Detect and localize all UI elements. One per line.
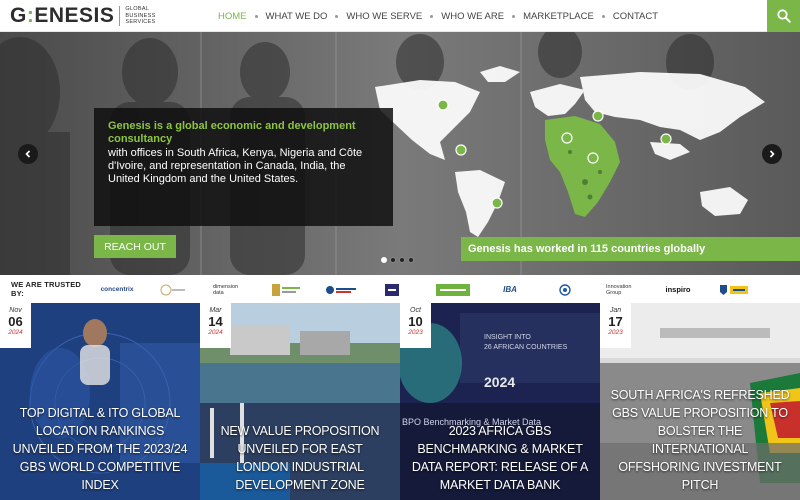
date-badge: Nov 06 2024 [0,303,31,348]
countries-banner: Genesis has worked in 115 countries glob… [461,237,800,261]
nav-who-we-are[interactable]: WHO WE ARE [441,11,504,22]
client-logo-inspiro[interactable]: inspiro [665,283,691,296]
slider-dot[interactable] [408,257,414,263]
genesis-logo[interactable]: G:ENESIS GLOBAL BUSINESS SERVICES [10,4,156,28]
card-image-heading: INSIGHT INTO [484,334,531,341]
nav-contact[interactable]: CONTACT [613,11,658,22]
logo-tagline: GLOBAL BUSINESS SERVICES [125,6,155,26]
date-month: Nov [9,307,22,314]
hero-text-panel: Genesis is a global economic and develop… [94,108,393,226]
nav-separator [335,14,339,18]
slider-next-button[interactable] [762,144,782,164]
news-card[interactable]: Jan 17 2023 SOUTH AFRICA'S REFRESHED GBS… [600,303,800,500]
hero-slider: Genesis is a global economic and develop… [0,32,800,275]
slider-dot[interactable] [390,257,396,263]
client-logo[interactable] [160,283,186,296]
date-month: Mar [209,307,222,314]
card-title[interactable]: NEW VALUE PROPOSITION UNVEILED FOR EAST … [210,422,390,494]
hero-headline: Genesis is a global economic and develop… [108,120,356,145]
logo-wordmark: G:ENESIS [10,4,115,27]
nav-separator [512,14,516,18]
main-nav: HOME WHAT WE DO WHO WE SERVE WHO WE ARE … [218,0,658,32]
card-title[interactable]: TOP DIGITAL & ITO GLOBAL LOCATION RANKIN… [10,404,190,494]
news-card[interactable]: INSIGHT INTO 26 AFRICAN COUNTRIES 2024 B… [400,303,600,500]
client-logo[interactable] [325,283,357,296]
nav-who-we-serve[interactable]: WHO WE SERVE [346,11,422,22]
card-title[interactable]: 2023 AFRICA GBS BENCHMARKING & MARKET DA… [410,422,590,494]
slider-prev-button[interactable] [18,144,38,164]
date-day: 17 [608,314,623,329]
news-card[interactable]: Mar 14 2024 NEW VALUE PROPOSITION UNVEIL… [200,303,400,500]
date-year: 2024 [208,329,223,336]
nav-home[interactable]: HOME [218,11,247,22]
client-logo-iba[interactable]: IBA [500,283,520,296]
date-month: Oct [410,307,421,314]
nav-separator [601,14,605,18]
card-image-year: 2024 [484,374,515,390]
date-badge: Oct 10 2023 [400,303,431,348]
chevron-right-icon [769,150,775,158]
date-day: 14 [208,314,223,329]
date-year: 2023 [608,329,623,336]
card-title[interactable]: SOUTH AFRICA'S REFRESHED GBS VALUE PROPO… [610,386,790,494]
client-logo-concentrix[interactable]: concentrix [100,283,134,296]
client-logo[interactable] [436,283,470,296]
nav-separator [254,14,258,18]
client-logo[interactable] [385,283,399,296]
news-card[interactable]: Nov 06 2024 TOP DIGITAL & ITO GLOBAL LOC… [0,303,200,500]
search-button[interactable] [767,0,800,32]
hero-body-text: with offices in South Africa, Kenya, Nig… [108,147,363,185]
date-month: Jan [609,307,622,314]
date-day: 06 [8,314,23,329]
date-badge: Mar 14 2024 [200,303,231,348]
tagline-line-3: SERVICES [125,19,156,26]
client-logo-innovation-group[interactable]: Innovation Group [606,283,638,296]
slider-dot[interactable] [399,257,405,263]
date-day: 10 [408,314,423,329]
slider-pagination [381,257,414,263]
news-cards: Nov 06 2024 TOP DIGITAL & ITO GLOBAL LOC… [0,303,800,500]
search-icon [776,9,791,23]
card-image-heading: 26 AFRICAN COUNTRIES [484,344,568,351]
nav-what-we-do[interactable]: WHAT WE DO [266,11,328,22]
client-logo[interactable] [718,283,750,296]
reach-out-button[interactable]: REACH OUT [94,235,176,258]
logo-divider [119,6,121,26]
chevron-left-icon [25,150,31,158]
client-logo[interactable] [272,283,300,296]
nav-separator [430,14,434,18]
trusted-by-strip: WE ARE TRUSTED BY: concentrix dimension … [0,275,800,303]
date-badge: Jan 17 2023 [600,303,631,348]
date-year: 2024 [8,329,23,336]
site-header: G:ENESIS GLOBAL BUSINESS SERVICES HOME W… [0,0,800,32]
client-logo[interactable] [558,283,572,296]
client-logos: concentrix dimension data IBA Innovation… [0,275,800,303]
date-year: 2023 [408,329,423,336]
nav-marketplace[interactable]: MARKETPLACE [523,11,594,22]
slider-dot[interactable] [381,257,387,263]
client-logo-dimension-data[interactable]: dimension data [213,283,247,296]
